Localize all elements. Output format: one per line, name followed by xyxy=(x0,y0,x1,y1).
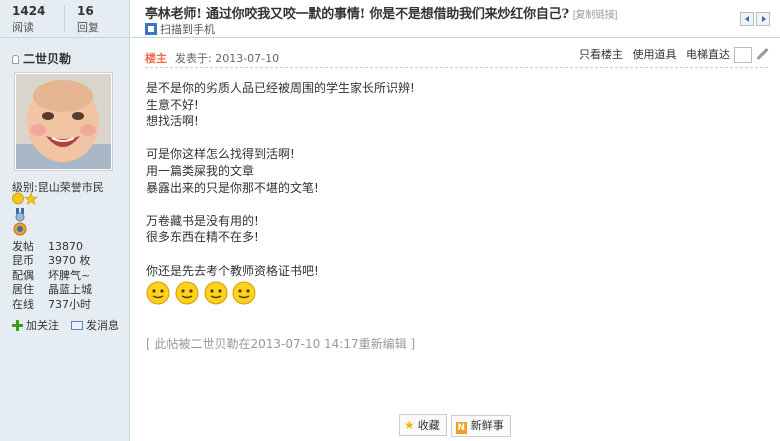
favorite-button[interactable]: ★ 收藏 xyxy=(399,414,447,436)
post-line: 很多东西在精不在多! xyxy=(146,230,259,245)
username[interactable]: 二世贝勒 xyxy=(12,50,71,67)
info-key: 发帖 xyxy=(12,240,34,253)
new-post-button[interactable]: N 新鲜事 xyxy=(450,415,511,437)
smiley-icon xyxy=(175,281,199,305)
posted-at: 发表于: 2013-07-10 xyxy=(175,52,280,65)
replies-stat: 16 回复 xyxy=(77,4,99,35)
thread-title: 亭林老师! 通过你咬我又咬一默的事情! 你是不是想借助我们来炒红你自己? [复制链… xyxy=(145,3,617,22)
copy-link-button[interactable]: [复制链接] xyxy=(573,10,618,21)
post-line xyxy=(146,246,415,263)
follow-label: 加关注 xyxy=(26,319,59,332)
smiley-icon xyxy=(232,281,256,305)
post-line xyxy=(146,130,415,147)
post-line: 可是你这样怎么找得到活啊! xyxy=(146,147,295,162)
post-line: 是不是你的劣质人品已经被周围的学生家长所识辨! xyxy=(146,81,415,95)
follow-button[interactable]: 加关注 xyxy=(12,319,59,332)
post-tools: 只看楼主 使用道具 电梯直达 xyxy=(579,46,768,63)
prev-thread-button[interactable] xyxy=(740,12,754,26)
scan-to-phone[interactable]: 扫描到手机 xyxy=(145,21,215,37)
message-icon xyxy=(71,321,83,330)
info-value: 3970 枚 xyxy=(48,254,91,268)
user-status-icon xyxy=(12,55,19,64)
baby-avatar-image xyxy=(16,74,111,169)
info-row-posts: 发帖 13870 xyxy=(12,240,92,254)
info-value[interactable]: 坏脾气~ xyxy=(48,269,90,282)
info-value: 13870 xyxy=(48,240,83,253)
star-icon: ★ xyxy=(404,418,415,432)
level-stars xyxy=(12,192,38,208)
info-key: 在线 xyxy=(12,297,34,311)
owner-badge: 楼主 xyxy=(145,52,167,65)
next-thread-button[interactable] xyxy=(756,12,770,26)
user-info-table: 发帖 13870 昆币 3970 枚 配偶 坏脾气~ 居住 晶蓝上城 在线 737小时 xyxy=(12,240,92,312)
smiley-icon xyxy=(146,281,170,305)
views-stat: 1424 阅读 xyxy=(12,4,45,35)
views-label: 阅读 xyxy=(12,21,34,34)
post-line: 暴露出来的只是你那不堪的文笔! xyxy=(146,180,319,195)
divider xyxy=(145,67,768,68)
stat-divider xyxy=(64,6,65,32)
arrow-right-icon xyxy=(762,16,766,22)
news-icon: N xyxy=(455,422,467,434)
only-owner-link[interactable]: 只看楼主 xyxy=(579,48,623,61)
badge-icon[interactable] xyxy=(13,222,27,239)
plus-icon xyxy=(12,320,23,331)
smiley-row xyxy=(146,281,257,308)
info-value: 晶蓝上城 xyxy=(48,283,92,297)
info-value: 737小时 xyxy=(48,297,91,311)
use-tool-link[interactable]: 使用道具 xyxy=(633,48,677,61)
thread-header: 亭林老师! 通过你咬我又咬一默的事情! 你是不是想借助我们来炒红你自己? [复制链… xyxy=(131,0,780,38)
views-count: 1424 xyxy=(12,4,46,18)
replies-count: 16 xyxy=(77,4,94,18)
avatar[interactable] xyxy=(14,72,113,171)
message-label: 发消息 xyxy=(86,319,119,332)
post-line: 生意不好! xyxy=(146,97,199,112)
info-row-spouse: 配偶 坏脾气~ xyxy=(12,269,92,283)
info-key: 昆币 xyxy=(12,254,34,268)
smiley-icon xyxy=(204,281,228,305)
post-meta: 楼主 发表于: 2013-07-10 xyxy=(145,50,279,66)
favorite-label: 收藏 xyxy=(417,419,440,432)
post-line: 万卷藏书是没有用的! xyxy=(146,213,259,228)
thread-stats: 1424 阅读 16 回复 xyxy=(0,0,130,38)
user-actions: 加关注 发消息 xyxy=(12,317,131,333)
thread-nav xyxy=(738,12,770,29)
scan-label: 扫描到手机 xyxy=(160,23,215,36)
info-key: 居住 xyxy=(12,283,34,297)
floor-input[interactable] xyxy=(734,47,752,63)
send-message-button[interactable]: 发消息 xyxy=(71,319,119,332)
info-row-coins: 昆币 3970 枚 xyxy=(12,254,92,268)
post-content: 是不是你的劣质人品已经被周围的学生家长所识辨! 生意不好! 想找活啊! 可是你这… xyxy=(146,80,415,279)
star-icon xyxy=(24,192,38,206)
post-line: 想找活啊! xyxy=(146,114,199,129)
edit-note: [ 此帖被二世贝勒在2013-07-10 14:17重新编辑 ] xyxy=(146,337,416,351)
info-row-residence: 居住 晶蓝上城 xyxy=(12,283,92,297)
info-key: 配偶 xyxy=(12,268,34,282)
thread-title-text: 亭林老师! 通过你咬我又咬一默的事情! 你是不是想借助我们来炒红你自己? xyxy=(145,7,569,22)
moon-icon xyxy=(12,192,24,205)
username-text[interactable]: 二世贝勒 xyxy=(23,52,71,66)
qr-code-icon xyxy=(145,23,157,35)
user-sidebar: 1424 阅读 16 回复 二世贝勒 级别:昆山荣誉市民 发帖 13870 昆币… xyxy=(0,0,130,441)
post-line xyxy=(146,196,415,213)
replies-label: 回复 xyxy=(77,21,99,34)
post-line: 用一篇类屎我的文章 xyxy=(146,163,255,178)
go-icon[interactable] xyxy=(756,48,768,60)
info-row-online: 在线 737小时 xyxy=(12,298,92,312)
post-line: 你还是先去考个教师资格证书吧! xyxy=(146,263,319,278)
elevator-label: 电梯直达 xyxy=(686,48,730,61)
arrow-left-icon xyxy=(745,16,749,22)
new-post-label: 新鲜事 xyxy=(470,419,504,432)
post-buttons: ★ 收藏 N 新鲜事 xyxy=(399,414,515,437)
level-value[interactable]: 昆山荣誉市民 xyxy=(38,181,104,194)
